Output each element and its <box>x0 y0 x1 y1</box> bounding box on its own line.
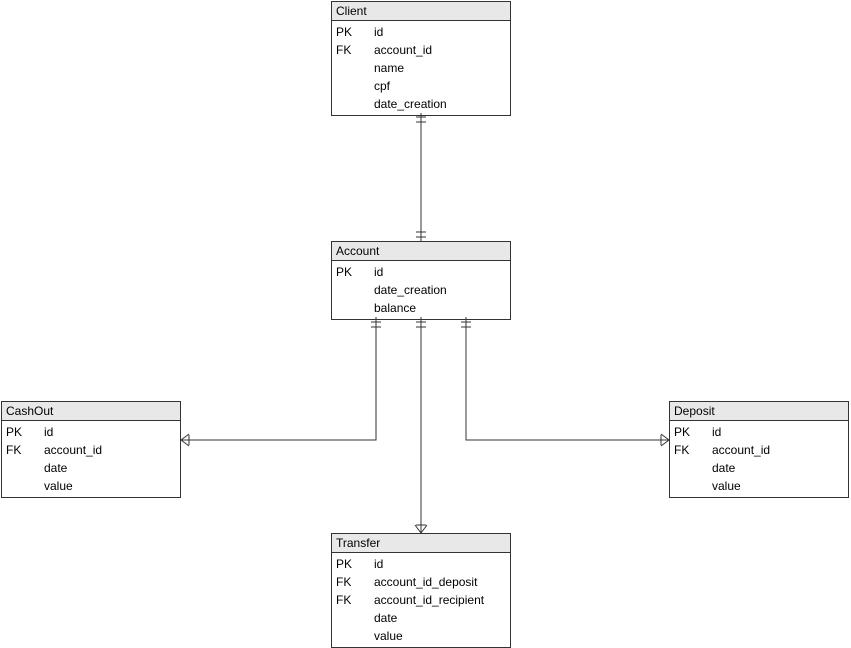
entity-client-row-1-key: FK <box>336 41 374 59</box>
entity-client-row-2: name <box>336 59 506 77</box>
entity-transfer-row-0-name: id <box>374 555 506 573</box>
entity-client-row-1-name: account_id <box>374 41 506 59</box>
entity-account-title: Account <box>332 242 510 261</box>
entity-cashout-body: PK id FK account_id date value <box>2 421 180 497</box>
entity-cashout-row-1-name: account_id <box>44 441 176 459</box>
entity-cashout-title: CashOut <box>2 402 180 421</box>
entity-account-row-0: PK id <box>336 263 506 281</box>
entity-deposit-row-2-key <box>674 459 712 477</box>
entity-transfer: Transfer PK id FK account_id_deposit FK … <box>331 533 511 648</box>
entity-client-row-2-key <box>336 59 374 77</box>
entity-client-row-0: PK id <box>336 23 506 41</box>
entity-deposit-row-0-key: PK <box>674 423 712 441</box>
entity-transfer-row-0-key: PK <box>336 555 374 573</box>
entity-deposit-row-3-name: value <box>712 477 844 495</box>
entity-cashout-row-1-key: FK <box>6 441 44 459</box>
entity-cashout-row-0-name: id <box>44 423 176 441</box>
entity-account-row-1-name: date_creation <box>374 281 506 299</box>
entity-client-row-3: cpf <box>336 77 506 95</box>
entity-cashout-row-0-key: PK <box>6 423 44 441</box>
entity-deposit-row-1-key: FK <box>674 441 712 459</box>
entity-cashout-row-3: value <box>6 477 176 495</box>
entity-transfer-row-2-name: account_id_recipient <box>374 591 506 609</box>
entity-deposit-row-1: FK account_id <box>674 441 844 459</box>
entity-cashout-row-3-name: value <box>44 477 176 495</box>
entity-transfer-row-4-name: value <box>374 627 506 645</box>
entity-client-row-4-key <box>336 95 374 113</box>
entity-client-row-1: FK account_id <box>336 41 506 59</box>
entity-transfer-row-4-key <box>336 627 374 645</box>
entity-cashout-row-2: date <box>6 459 176 477</box>
entity-cashout-row-2-key <box>6 459 44 477</box>
entity-account-row-0-key: PK <box>336 263 374 281</box>
entity-account-body: PK id date_creation balance <box>332 261 510 319</box>
entity-client-row-0-name: id <box>374 23 506 41</box>
entity-transfer-row-1-name: account_id_deposit <box>374 573 506 591</box>
entity-deposit-title: Deposit <box>670 402 848 421</box>
entity-account-row-1-key <box>336 281 374 299</box>
entity-transfer-row-3-key <box>336 609 374 627</box>
entity-transfer-title: Transfer <box>332 534 510 553</box>
entity-cashout: CashOut PK id FK account_id date value <box>1 401 181 498</box>
entity-account-row-1: date_creation <box>336 281 506 299</box>
entity-transfer-row-3-name: date <box>374 609 506 627</box>
entity-deposit-row-2-name: date <box>712 459 844 477</box>
entity-deposit-row-3-key <box>674 477 712 495</box>
connector-account-deposit <box>466 317 669 440</box>
entity-client-row-3-key <box>336 77 374 95</box>
entity-account-row-2: balance <box>336 299 506 317</box>
entity-transfer-row-2-key: FK <box>336 591 374 609</box>
entity-deposit-row-0-name: id <box>712 423 844 441</box>
entity-deposit-row-3: value <box>674 477 844 495</box>
entity-client-body: PK id FK account_id name cpf date_creati… <box>332 21 510 115</box>
entity-transfer-row-4: value <box>336 627 506 645</box>
entity-transfer-row-2: FK account_id_recipient <box>336 591 506 609</box>
entity-cashout-row-0: PK id <box>6 423 176 441</box>
entity-transfer-row-1-key: FK <box>336 573 374 591</box>
entity-deposit-body: PK id FK account_id date value <box>670 421 848 497</box>
entity-cashout-row-3-key <box>6 477 44 495</box>
entity-cashout-row-1: FK account_id <box>6 441 176 459</box>
entity-transfer-row-3: date <box>336 609 506 627</box>
connector-account-cashout <box>181 317 376 440</box>
entity-account: Account PK id date_creation balance <box>331 241 511 320</box>
entity-cashout-row-2-name: date <box>44 459 176 477</box>
entity-client: Client PK id FK account_id name cpf date… <box>331 1 511 116</box>
entity-account-row-0-name: id <box>374 263 506 281</box>
entity-transfer-body: PK id FK account_id_deposit FK account_i… <box>332 553 510 647</box>
entity-client-row-0-key: PK <box>336 23 374 41</box>
entity-transfer-row-0: PK id <box>336 555 506 573</box>
entity-deposit-row-0: PK id <box>674 423 844 441</box>
entity-client-title: Client <box>332 2 510 21</box>
entity-client-row-3-name: cpf <box>374 77 506 95</box>
entity-account-row-2-key <box>336 299 374 317</box>
entity-transfer-row-1: FK account_id_deposit <box>336 573 506 591</box>
entity-deposit: Deposit PK id FK account_id date value <box>669 401 849 498</box>
entity-deposit-row-1-name: account_id <box>712 441 844 459</box>
entity-client-row-2-name: name <box>374 59 506 77</box>
entity-account-row-2-name: balance <box>374 299 506 317</box>
entity-client-row-4: date_creation <box>336 95 506 113</box>
entity-client-row-4-name: date_creation <box>374 95 506 113</box>
entity-deposit-row-2: date <box>674 459 844 477</box>
